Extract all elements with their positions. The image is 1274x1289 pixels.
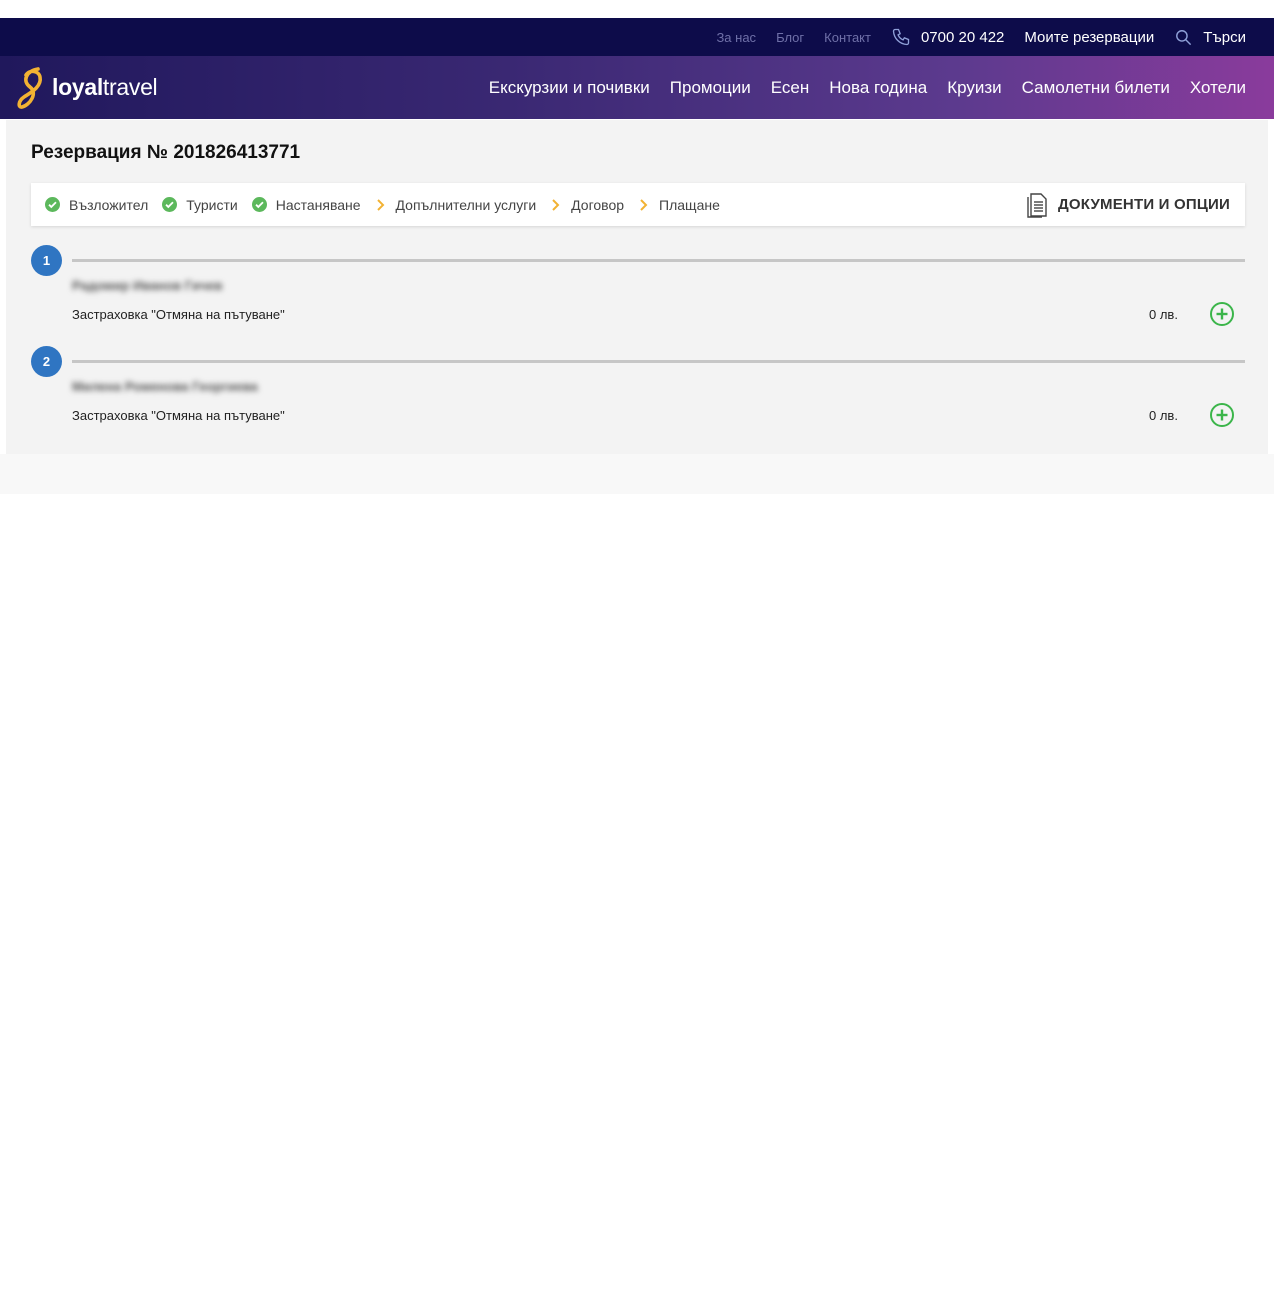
- divider: [72, 360, 1245, 363]
- step-label: Договор: [571, 196, 625, 213]
- loyaltravel-logo-icon: [17, 66, 42, 109]
- check-icon: [251, 197, 267, 212]
- nav-item-flights[interactable]: Самолетни билети: [1022, 78, 1170, 98]
- step-label: Туристи: [186, 196, 238, 213]
- nav-item-cruises[interactable]: Круизи: [947, 78, 1001, 98]
- nav-menu: Екскурзии и почивки Промоции Есен Нова г…: [469, 78, 1274, 98]
- about-link[interactable]: За нас: [716, 30, 756, 45]
- nav-item-hotels[interactable]: Хотели: [1190, 78, 1246, 98]
- chevron-right-icon: [638, 198, 650, 212]
- step-client[interactable]: Възложител: [45, 197, 148, 213]
- nav-item-excursions[interactable]: Екскурзии и почивки: [489, 78, 650, 98]
- tourist-number-badge: 1: [31, 245, 62, 276]
- insurance-label: Застраховка "Отмяна на пътуване": [72, 408, 285, 423]
- check-icon: [162, 197, 178, 212]
- step-label: Допълнителни услуги: [395, 196, 537, 213]
- tourist-name: Радомир Иванов Гичев: [72, 278, 223, 293]
- nav-item-autumn[interactable]: Есен: [771, 78, 810, 98]
- step-label: Плащане: [659, 196, 720, 213]
- insurance-price: 0 лв.: [1149, 408, 1178, 423]
- chevron-right-icon: [550, 198, 562, 212]
- check-icon: [45, 197, 60, 212]
- logo[interactable]: loyaltravel: [16, 65, 158, 111]
- nav-item-new-year[interactable]: Нова година: [829, 78, 927, 98]
- document-icon: [1027, 192, 1047, 218]
- tourist-name: Милена Роменова Георгиева: [72, 379, 258, 394]
- booking-steps: Възложител Туристи Настаняване Допълните…: [31, 183, 1245, 226]
- search-label: Търси: [1203, 28, 1246, 46]
- blog-link[interactable]: Блог: [776, 30, 804, 45]
- phone-number: 0700 20 422: [920, 28, 1005, 46]
- step-label: Възложител: [69, 196, 149, 213]
- step-accommodation[interactable]: Настаняване: [251, 196, 361, 213]
- add-insurance-button[interactable]: [1209, 301, 1235, 327]
- contact-link[interactable]: Контакт: [824, 30, 871, 45]
- tourist-row: 2 Милена Роменова Георгиева Застраховка …: [31, 346, 1245, 436]
- documents-label: ДОКУМЕНТИ И ОПЦИИ: [1058, 196, 1230, 213]
- documents-options-button[interactable]: ДОКУМЕНТИ И ОПЦИИ: [1026, 191, 1230, 219]
- my-reservations-link[interactable]: Моите резервации: [1024, 29, 1154, 46]
- top-utility-bar: За нас Блог Контакт 0700 20 422 Моите ре…: [0, 18, 1274, 56]
- reservation-panel: Резервация № 201826413771 Възложител Тур…: [6, 120, 1268, 454]
- insurance-label: Застраховка "Отмяна на пътуване": [72, 307, 285, 322]
- add-insurance-button[interactable]: [1209, 402, 1235, 428]
- footer-strip: [0, 454, 1274, 494]
- logo-text: loyaltravel: [52, 74, 158, 100]
- step-tourists[interactable]: Туристи: [162, 196, 238, 213]
- tourist-number-badge: 2: [31, 346, 62, 377]
- nav-item-promotions[interactable]: Промоции: [670, 78, 751, 98]
- step-label: Настаняване: [275, 196, 361, 213]
- search-link[interactable]: Търси: [1174, 28, 1246, 47]
- phone-icon: [892, 28, 910, 46]
- chevron-right-icon: [375, 198, 387, 212]
- step-payment[interactable]: Плащане: [638, 197, 720, 213]
- step-contract[interactable]: Договор: [550, 197, 624, 213]
- divider: [72, 259, 1245, 262]
- search-icon: [1176, 29, 1192, 45]
- phone-link[interactable]: 0700 20 422: [891, 27, 1004, 47]
- tourist-row: 1 Радомир Иванов Гичев Застраховка "Отмя…: [31, 245, 1245, 335]
- step-extra-services[interactable]: Допълнителни услуги: [375, 196, 537, 213]
- main-navbar: loyaltravel Екскурзии и почивки Промоции…: [0, 56, 1274, 119]
- page-title: Резервация № 201826413771: [31, 142, 301, 163]
- insurance-price: 0 лв.: [1149, 307, 1178, 322]
